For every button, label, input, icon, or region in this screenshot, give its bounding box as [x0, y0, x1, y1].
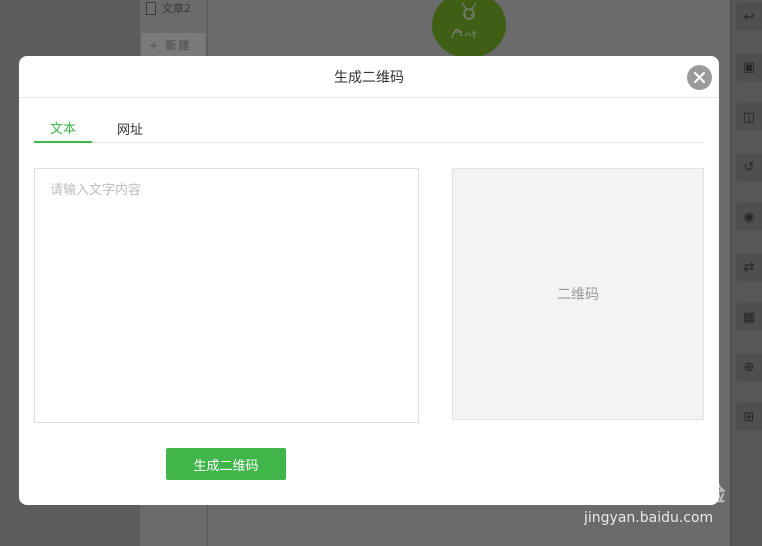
plus-icon[interactable]: ⊞: [736, 403, 762, 431]
file-item-label: 文章2: [162, 2, 191, 15]
plus-icon: +: [149, 38, 161, 52]
dialog-title: 生成二维码: [19, 56, 719, 98]
image-icon[interactable]: ▦: [736, 303, 762, 331]
qr-code-dialog: 生成二维码 文本 网址 二维码 生成二维码: [19, 56, 719, 505]
trash-icon[interactable]: ◫: [736, 103, 762, 131]
tab-text[interactable]: 文本: [34, 114, 92, 143]
tab-bar: 文本 网址: [34, 114, 704, 143]
zoom-in-icon[interactable]: ⊕: [736, 353, 762, 381]
qr-placeholder-label: 二维码: [557, 287, 599, 303]
close-icon: [694, 72, 705, 83]
baidu-watermark-logo: Bai◉du经验: [586, 478, 725, 508]
qr-code-preview: 二维码: [452, 168, 704, 420]
close-button[interactable]: [687, 65, 712, 90]
generate-qr-button[interactable]: 生成二维码: [166, 448, 286, 480]
new-file-button[interactable]: + 新建: [141, 33, 205, 57]
save-icon[interactable]: ▣: [736, 53, 762, 81]
preview-eye-icon[interactable]: ◉: [736, 203, 762, 231]
new-file-label: 新建: [165, 39, 192, 52]
tab-url[interactable]: 网址: [112, 114, 148, 143]
history-icon[interactable]: ↺: [736, 153, 762, 181]
swap-icon[interactable]: ⇄: [736, 253, 762, 281]
paw-icon: ◉: [629, 478, 652, 508]
watermark-url: jingyan.baidu.com: [584, 510, 714, 526]
document-icon: [146, 1, 156, 15]
undo-icon[interactable]: ↩: [736, 3, 762, 31]
file-list-item[interactable]: 文章2: [146, 0, 191, 16]
text-content-input[interactable]: [34, 168, 419, 423]
